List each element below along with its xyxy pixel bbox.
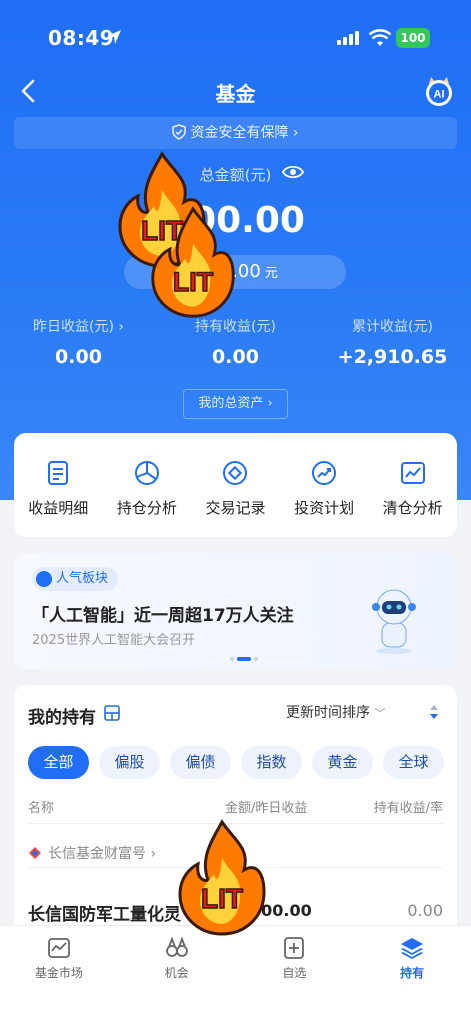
- quick-action-position-analysis[interactable]: 持仓分析: [103, 433, 192, 537]
- chip-all[interactable]: 全部: [28, 746, 89, 779]
- sort-dropdown[interactable]: 更新时间排序 ﹀: [286, 702, 385, 722]
- quick-actions-card: 收益明细 持仓分析 交易记录 投资计划 清仓分析: [14, 433, 457, 537]
- lit-flame-sticker-icon: LIT: [178, 819, 266, 936]
- tab-label: 自选: [282, 966, 307, 980]
- promo-title: 「人工智能」近一周超17万人关注: [32, 606, 294, 626]
- add-favorite-icon: [284, 937, 305, 959]
- tab-label: 基金市场: [34, 966, 83, 980]
- lit-flame-sticker-icon: LIT: [151, 206, 235, 318]
- quick-action-profit-detail[interactable]: 收益明细: [14, 433, 103, 537]
- safety-banner[interactable]: 资金安全有保障 ›: [14, 117, 457, 149]
- tab-holdings[interactable]: 持有: [353, 926, 471, 1024]
- fund-profit: 0.00: [407, 901, 443, 920]
- grid-view-icon[interactable]: [104, 705, 120, 721]
- chip-index[interactable]: 指数: [241, 746, 302, 779]
- promo-banner[interactable]: 人气板块 「人工智能」近一周超17万人关注 2025世界人工智能大会召开: [14, 553, 457, 669]
- plan-icon: [312, 461, 337, 485]
- quick-action-label: 收益明细: [28, 499, 89, 517]
- tab-opportunity[interactable]: 机会: [118, 926, 236, 1024]
- cumulative-profit-label: 累计收益(元): [352, 319, 433, 335]
- my-total-assets-button[interactable]: 我的总资产 ›: [183, 389, 288, 419]
- cellular-signal-icon: [337, 31, 359, 45]
- quick-action-investment-plan[interactable]: 投资计划: [280, 433, 369, 537]
- tab-watchlist[interactable]: 自选: [236, 926, 354, 1024]
- yesterday-profit[interactable]: 昨日收益(元) › 0.00: [0, 316, 157, 368]
- chip-gold[interactable]: 黄金: [312, 746, 373, 779]
- promo-subtitle: 2025世界人工智能大会召开: [32, 633, 196, 648]
- chip-equity[interactable]: 偏股: [99, 746, 160, 779]
- safety-banner-text: 资金安全有保障 ›: [190, 125, 299, 141]
- robot-illustration-icon: [372, 589, 416, 654]
- quick-action-label: 持仓分析: [116, 499, 177, 517]
- quick-action-label: 投资计划: [294, 499, 355, 517]
- sticker-text: LIT: [201, 883, 243, 914]
- fund-name[interactable]: 长信国防军工量化灵: [28, 900, 181, 925]
- quick-action-label: 交易记录: [205, 499, 266, 517]
- battery-indicator: 100: [396, 28, 430, 48]
- chip-global[interactable]: 全球: [383, 746, 444, 779]
- quick-action-label: 清仓分析: [382, 499, 443, 517]
- total-amount-label: 总金额(元): [199, 166, 272, 184]
- market-icon: [47, 938, 70, 958]
- company-name: 长信基金财富号 ›: [48, 846, 157, 862]
- yesterday-profit-label: 昨日收益(元) ›: [33, 319, 124, 335]
- pill-unit: 元: [264, 266, 278, 281]
- company-logo-icon: [29, 847, 41, 859]
- col-amount: 金额/昨日收益: [225, 801, 308, 816]
- line-chart-icon: [400, 462, 425, 484]
- tab-label: 持有: [400, 966, 425, 980]
- col-name: 名称: [28, 801, 55, 816]
- sort-toggle-icon[interactable]: [428, 703, 440, 721]
- sort-label: 更新时间排序: [286, 705, 370, 721]
- ai-label: AI: [434, 89, 445, 101]
- holding-profit-value: 0.00: [212, 346, 259, 368]
- badge-text: 人气板块: [56, 571, 109, 586]
- cumulative-profit: 累计收益(元) +2,910.65: [314, 316, 471, 368]
- pie-chart-icon: [134, 461, 159, 485]
- quick-action-clearance-analysis[interactable]: 清仓分析: [368, 433, 457, 537]
- receipt-icon: [48, 461, 69, 485]
- filter-chips: 全部 偏股 偏债 指数 黄金 全球: [28, 746, 444, 779]
- quick-action-trade-records[interactable]: 交易记录: [191, 433, 280, 537]
- popular-badge: 人气板块: [32, 567, 119, 591]
- tab-label: 机会: [164, 966, 189, 980]
- col-profit: 持有收益/率: [373, 801, 443, 816]
- cumulative-profit-value: +2,910.65: [337, 346, 448, 368]
- flame-badge-icon: [36, 571, 52, 587]
- carousel-indicator: [230, 657, 258, 661]
- status-bar: 08:49 100: [0, 22, 471, 56]
- holding-profit: 持有收益(元) 0.00: [157, 316, 314, 368]
- binoculars-icon: [165, 936, 188, 957]
- eye-icon[interactable]: [282, 164, 304, 180]
- page-title: 基金: [215, 82, 256, 106]
- holdings-title: 我的持有: [28, 708, 96, 728]
- holdings-icon: [401, 938, 424, 959]
- yesterday-profit-value: 0.00: [55, 346, 102, 368]
- status-time: 08:49: [48, 26, 115, 50]
- location-arrow-icon: [107, 30, 121, 44]
- ai-assistant-icon[interactable]: AI: [422, 74, 456, 108]
- chevron-down-icon: ﹀: [374, 707, 386, 720]
- sticker-text: LIT: [173, 267, 214, 297]
- tab-fund-market[interactable]: 基金市场: [0, 926, 118, 1024]
- wifi-icon: [369, 29, 391, 46]
- record-icon: [223, 461, 248, 485]
- chip-bond[interactable]: 偏债: [170, 746, 231, 779]
- shield-icon: [172, 124, 187, 140]
- company-row[interactable]: 长信基金财富号 ›: [28, 843, 156, 863]
- bottom-tab-bar: 基金市场 机会 自选 持有: [0, 925, 471, 1024]
